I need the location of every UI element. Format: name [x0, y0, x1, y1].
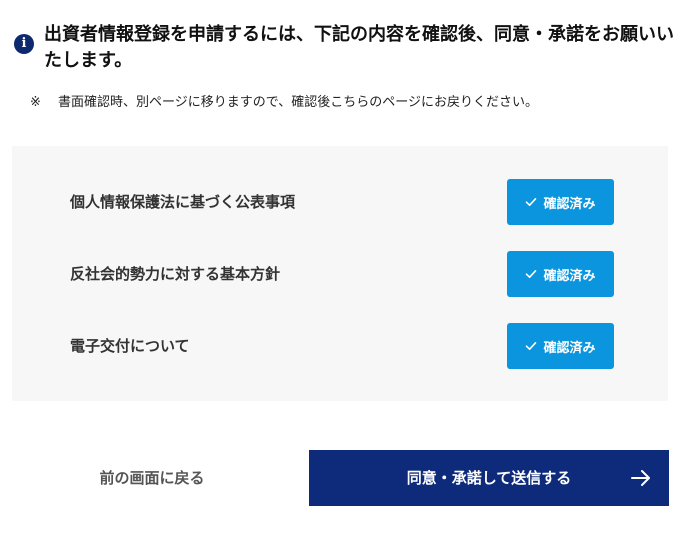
notice-header: i 出資者情報登録を申請するには、下記の内容を確認後、同意・承諾をお願いいたしま…	[14, 22, 674, 74]
check-icon	[526, 270, 537, 278]
confirm-button-label: 確認済み	[543, 340, 596, 356]
note-text: 書面確認時、別ページに移りますので、確認後こちらのページにお戻りください。	[58, 95, 538, 110]
notice-note: ※ 書面確認時、別ページに移りますので、確認後こちらのページにお戻りください。	[30, 92, 538, 114]
check-label-privacy: 個人情報保護法に基づく公表事項	[70, 193, 296, 211]
check-row-antisocial: 反社会的勢力に対する基本方針 確認済み	[12, 251, 668, 297]
check-row-electronic-delivery: 電子交付について 確認済み	[12, 323, 668, 369]
confirm-button-label: 確認済み	[543, 196, 596, 212]
check-icon	[526, 198, 537, 206]
confirm-button-label: 確認済み	[543, 268, 596, 284]
notice-title: 出資者情報登録を申請するには、下記の内容を確認後、同意・承諾をお願いいたします。	[44, 24, 674, 71]
check-label-antisocial: 反社会的勢力に対する基本方針	[70, 265, 281, 283]
consent-page: i 出資者情報登録を申請するには、下記の内容を確認後、同意・承諾をお願いいたしま…	[0, 0, 694, 544]
info-icon: i	[14, 34, 34, 54]
confirmation-panel: 個人情報保護法に基づく公表事項 確認済み 反社会的勢力に対する基本方針 確認済み…	[12, 146, 668, 401]
arrow-right-icon	[631, 470, 650, 486]
submit-button-label: 同意・承諾して送信する	[406, 469, 572, 487]
note-mark: ※	[30, 95, 41, 110]
back-button[interactable]: 前の画面に戻る	[24, 450, 280, 506]
submit-consent-button[interactable]: 同意・承諾して送信する	[309, 450, 669, 506]
confirm-button-privacy[interactable]: 確認済み	[507, 179, 614, 225]
check-row-privacy: 個人情報保護法に基づく公表事項 確認済み	[12, 179, 668, 225]
confirm-button-electronic-delivery[interactable]: 確認済み	[507, 323, 614, 369]
check-label-electronic-delivery: 電子交付について	[70, 337, 190, 355]
check-icon	[526, 342, 537, 350]
confirm-button-antisocial[interactable]: 確認済み	[507, 251, 614, 297]
